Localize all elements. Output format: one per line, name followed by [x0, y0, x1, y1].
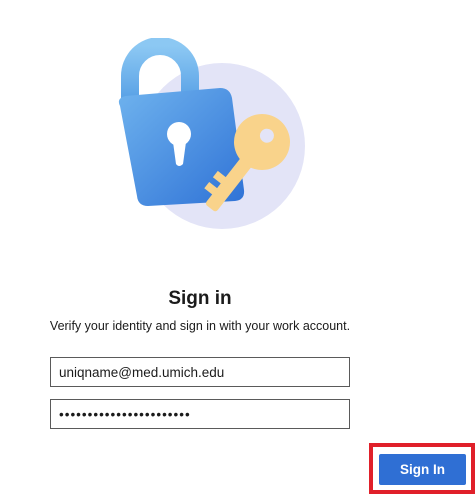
lock-key-icon: [118, 37, 305, 229]
sign-in-button[interactable]: Sign In: [379, 454, 466, 485]
password-field[interactable]: [50, 399, 350, 429]
username-field[interactable]: [50, 357, 350, 387]
lock-and-key-illustration: [112, 37, 312, 238]
page-title: Sign in: [168, 288, 232, 309]
page-subtitle: Verify your identity and sign in with yo…: [49, 319, 351, 333]
